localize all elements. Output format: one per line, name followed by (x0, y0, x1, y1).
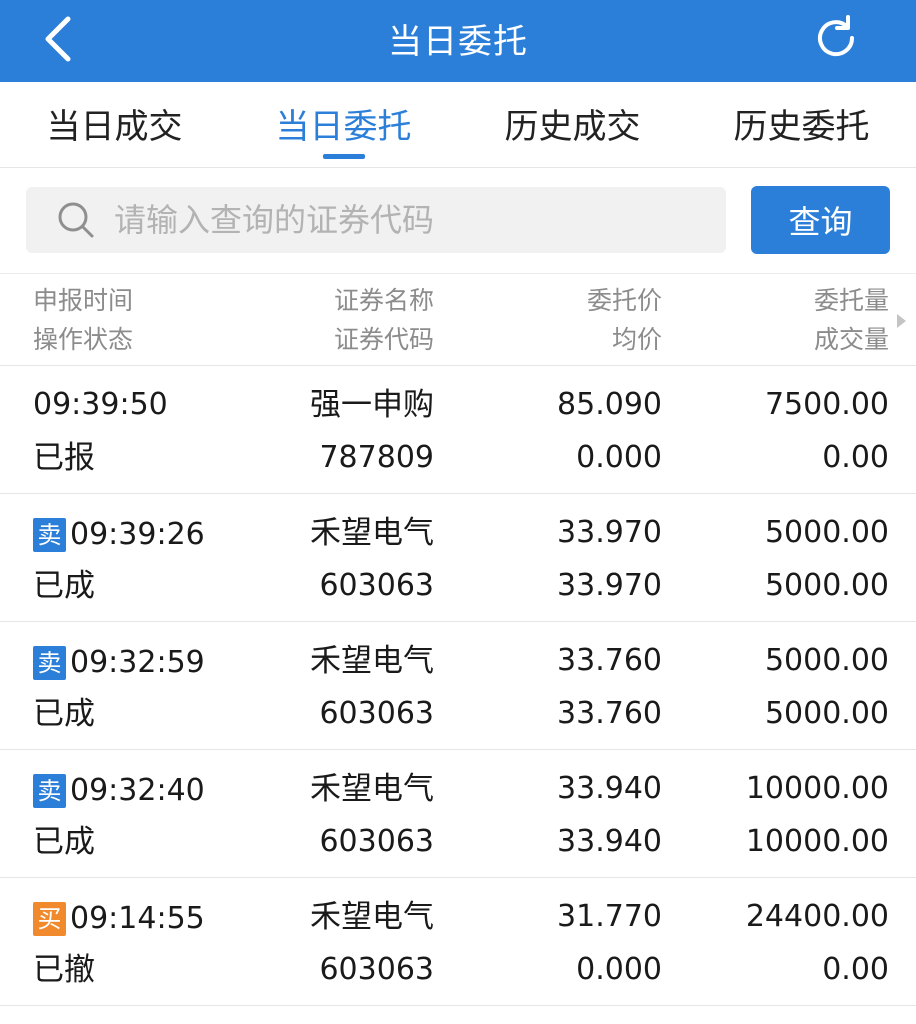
order-qty: 5000.00 (764, 515, 889, 550)
table-row[interactable]: 买 09:14:55 已撤 禾望电气 603063 31.770 0.000 2… (0, 878, 916, 1006)
tab-label: 当日委托 (275, 107, 412, 147)
header-filled-qty: 成交量 (813, 325, 889, 354)
security-code: 603063 (319, 952, 434, 987)
table-row[interactable]: 卖 09:32:59 已成 禾望电气 603063 33.760 33.760 … (0, 622, 916, 750)
header-op-status: 操作状态 (33, 325, 134, 354)
security-name: 禾望电气 (310, 515, 434, 551)
time-cell: 卖 09:32:59 (33, 646, 205, 680)
order-status: 已成 (33, 696, 95, 732)
filled-qty: 5000.00 (764, 568, 889, 603)
buy-badge: 买 (33, 902, 66, 936)
security-code: 603063 (319, 696, 434, 731)
order-price: 85.090 (557, 387, 662, 422)
page-title: 当日委托 (388, 21, 528, 62)
avg-price: 0.000 (576, 952, 662, 987)
order-status: 已报 (33, 440, 95, 476)
top-app-bar: 当日委托 (0, 0, 916, 82)
security-name: 强一申购 (310, 387, 434, 423)
tab-label: 历史委托 (733, 107, 870, 147)
security-name: 禾望电气 (310, 771, 434, 807)
filled-qty: 0.00 (822, 952, 889, 987)
header-order-price: 委托价 (586, 286, 662, 315)
search-box[interactable] (26, 187, 726, 253)
header-security-name: 证券名称 (333, 286, 434, 315)
security-name: 禾望电气 (310, 899, 434, 935)
time-cell: 09:39:50 (33, 390, 168, 420)
search-area: 查询 (0, 168, 916, 274)
order-price: 33.760 (557, 643, 662, 678)
header-security-code: 证券代码 (333, 325, 434, 354)
order-qty: 7500.00 (764, 387, 889, 422)
scroll-right-icon[interactable] (897, 314, 906, 328)
order-qty: 5000.00 (764, 643, 889, 678)
order-price: 33.970 (557, 515, 662, 550)
tab-history-orders[interactable]: 历史委托 (687, 82, 916, 167)
search-input[interactable] (114, 201, 674, 239)
security-code: 787809 (319, 440, 434, 475)
avg-price: 33.760 (557, 696, 662, 731)
security-name: 禾望电气 (310, 643, 434, 679)
table-row[interactable]: 卖 09:32:40 已成 禾望电气 603063 33.940 33.940 … (0, 750, 916, 878)
header-declare-time: 申报时间 (33, 286, 134, 315)
order-time: 09:39:50 (33, 387, 168, 422)
tab-label: 历史成交 (504, 107, 641, 147)
filled-qty: 0.00 (822, 440, 889, 475)
filled-qty: 10000.00 (745, 824, 889, 859)
order-status: 已成 (33, 568, 95, 604)
order-time: 09:32:40 (70, 773, 205, 808)
time-cell: 卖 09:32:40 (33, 774, 205, 808)
order-time: 09:32:59 (70, 645, 205, 680)
order-price: 33.940 (557, 771, 662, 806)
tab-label: 当日成交 (46, 107, 183, 147)
avg-price: 0.000 (576, 440, 662, 475)
time-cell: 买 09:14:55 (33, 902, 205, 936)
header-avg-price: 均价 (611, 325, 662, 354)
tab-today-deals[interactable]: 当日成交 (0, 82, 229, 167)
order-status: 已撤 (33, 952, 95, 988)
order-list: 09:39:50 已报 强一申购 787809 85.090 0.000 750… (0, 366, 916, 1006)
avg-price: 33.940 (557, 824, 662, 859)
tab-bar: 当日成交 当日委托 历史成交 历史委托 (0, 82, 916, 168)
refresh-icon[interactable] (808, 10, 864, 66)
order-time: 09:39:26 (70, 517, 205, 552)
sell-badge: 卖 (33, 646, 66, 680)
header-order-qty: 委托量 (813, 286, 889, 315)
order-qty: 10000.00 (745, 771, 889, 806)
order-time: 09:14:55 (70, 901, 205, 936)
table-row[interactable]: 卖 09:39:26 已成 禾望电气 603063 33.970 33.970 … (0, 494, 916, 622)
filled-qty: 5000.00 (764, 696, 889, 731)
table-header: 申报时间 操作状态 证券名称 证券代码 委托价 均价 委托量 成交量 (0, 274, 916, 366)
query-button[interactable]: 查询 (751, 186, 890, 254)
order-status: 已成 (33, 824, 95, 860)
search-icon (58, 202, 94, 238)
sell-badge: 卖 (33, 518, 66, 552)
tab-today-orders[interactable]: 当日委托 (229, 82, 458, 167)
security-code: 603063 (319, 568, 434, 603)
tab-history-deals[interactable]: 历史成交 (458, 82, 687, 167)
order-price: 31.770 (557, 899, 662, 934)
active-tab-indicator (322, 154, 365, 159)
security-code: 603063 (319, 824, 434, 859)
avg-price: 33.970 (557, 568, 662, 603)
table-row[interactable]: 09:39:50 已报 强一申购 787809 85.090 0.000 750… (0, 366, 916, 494)
order-qty: 24400.00 (745, 899, 889, 934)
sell-badge: 卖 (33, 774, 66, 808)
time-cell: 卖 09:39:26 (33, 518, 205, 552)
